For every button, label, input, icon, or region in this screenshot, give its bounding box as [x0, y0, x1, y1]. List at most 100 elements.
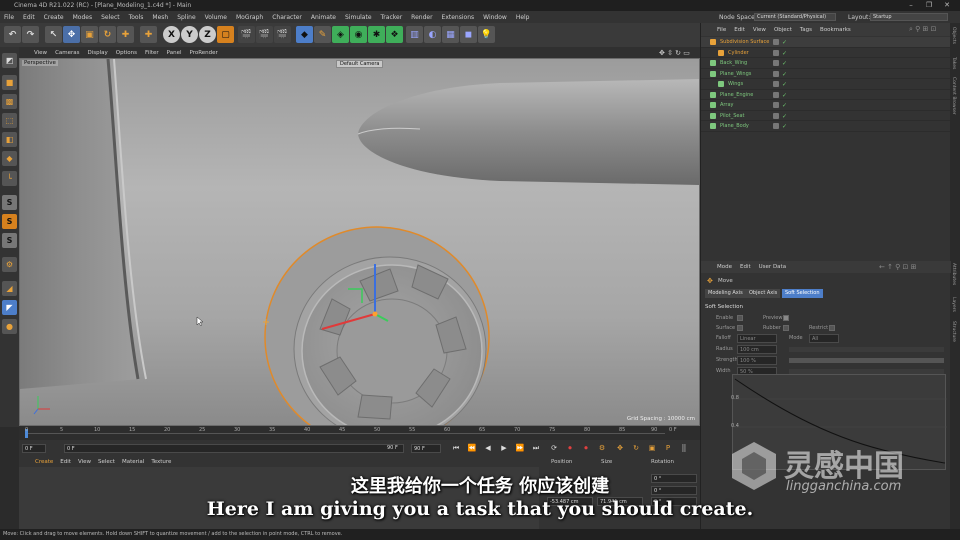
visibility-toggle[interactable]	[773, 91, 779, 98]
tag-icon[interactable]: ◐	[424, 26, 441, 43]
attribute-nav-icons[interactable]: ← ↑ ⚲ ⊡ ⊞	[879, 263, 917, 271]
key-scale-icon[interactable]: ▣	[647, 443, 657, 453]
enabled-check-icon[interactable]: ✓	[782, 49, 787, 59]
rubber-checkbox[interactable]	[783, 325, 789, 331]
lock-icon[interactable]: ●	[2, 319, 17, 334]
play-icon[interactable]: ▶	[499, 443, 509, 453]
current-frame-field[interactable]: 0 F	[22, 444, 46, 453]
enabled-check-icon[interactable]: ✓	[782, 38, 787, 48]
axis-mode-icon[interactable]: └	[2, 171, 17, 186]
menu-spline[interactable]: Spline	[177, 14, 195, 21]
side-tab-structure[interactable]: Structure	[951, 321, 956, 342]
coordinate-system-icon[interactable]: ▢	[217, 26, 234, 43]
object-menu-object[interactable]: Object	[774, 27, 792, 33]
end-frame-field[interactable]: 90 F	[385, 444, 405, 453]
camera-icon[interactable]: ◼	[460, 26, 477, 43]
menu-edit[interactable]: Edit	[23, 14, 35, 21]
enabled-check-icon[interactable]: ✓	[782, 112, 787, 122]
texture-mode-icon[interactable]: ▩	[2, 94, 17, 109]
redo-icon[interactable]: ↷	[22, 26, 39, 43]
play-back-icon[interactable]: ◀	[483, 443, 493, 453]
object-menu-bookmarks[interactable]: Bookmarks	[820, 27, 851, 33]
menu-mograph[interactable]: MoGraph	[236, 14, 263, 21]
start-frame-field[interactable]: 0 F	[64, 444, 404, 453]
object-row[interactable]: Pilot_Seat ✓	[701, 111, 951, 122]
visibility-toggle[interactable]	[773, 39, 779, 45]
side-tab-objects[interactable]: Objects	[951, 27, 956, 44]
camera-selector[interactable]: Default Camera	[336, 60, 384, 68]
enabled-check-icon[interactable]: ✓	[782, 122, 787, 132]
end-frame-field-2[interactable]: 90 F	[411, 444, 441, 453]
material-menu-material[interactable]: Material	[122, 459, 144, 465]
viewport-menu-view[interactable]: View	[34, 50, 47, 56]
viewport-nav-icons[interactable]: ✥ ⇳ ↻ ▭	[659, 49, 690, 57]
select-icon[interactable]: ↖	[45, 26, 62, 43]
menu-help[interactable]: Help	[516, 14, 530, 21]
floor-icon[interactable]: ▦	[442, 26, 459, 43]
key-pla-icon[interactable]: ⣿	[679, 443, 689, 453]
minimize-button[interactable]: –	[902, 0, 920, 11]
timeline-ruler[interactable]: 0 5 10 15 20 25 30 35 40 45 50 55 60 65 …	[19, 426, 700, 440]
snap-settings-icon[interactable]: S	[2, 214, 17, 229]
menu-window[interactable]: Window	[483, 14, 507, 21]
attribute-menu-user-data[interactable]: User Data	[759, 264, 786, 270]
viewport-menu-panel[interactable]: Panel	[167, 50, 182, 56]
enabled-check-icon[interactable]: ✓	[782, 101, 787, 111]
key-rot-icon[interactable]: ↻	[631, 443, 641, 453]
tab-soft-selection[interactable]: Soft Selection	[782, 289, 823, 298]
array-icon[interactable]: ◉	[350, 26, 367, 43]
menu-create[interactable]: Create	[44, 14, 64, 21]
loop-icon[interactable]: ⟳	[549, 443, 559, 453]
record-icon[interactable]: ⏺	[565, 443, 575, 453]
attribute-menu-edit[interactable]: Edit	[740, 264, 751, 270]
mode-select[interactable]: All	[809, 334, 839, 343]
model-mode-icon[interactable]: ■	[2, 75, 17, 90]
object-row[interactable]: Plane_Engine ✓	[701, 90, 951, 100]
visibility-toggle[interactable]	[773, 81, 779, 87]
axis-x-button[interactable]: X	[163, 26, 180, 43]
tab-object-axis[interactable]: Object Axis	[746, 289, 781, 298]
maximize-button[interactable]: ❐	[920, 0, 938, 11]
material-menu-create[interactable]: Create	[35, 459, 53, 465]
field-icon[interactable]: ▥	[406, 26, 423, 43]
prev-key-icon[interactable]: ⏪	[467, 443, 477, 453]
menu-select[interactable]: Select	[101, 14, 120, 21]
visibility-toggle[interactable]	[773, 60, 779, 66]
object-search-icons[interactable]: ⌕ ⚲ ⊞ ⊡	[909, 25, 936, 34]
strength-slider[interactable]	[789, 358, 944, 363]
close-button[interactable]: ✕	[938, 0, 956, 11]
visibility-toggle[interactable]	[773, 49, 779, 56]
radius-slider[interactable]	[789, 347, 944, 352]
deformer-icon[interactable]: ✱	[368, 26, 385, 43]
side-tab-takes[interactable]: Takes	[951, 57, 956, 69]
key-param-icon[interactable]: P	[663, 443, 673, 453]
object-menu-tags[interactable]: Tags	[800, 27, 812, 33]
viewport-menu-prorender[interactable]: ProRender	[190, 50, 218, 56]
material-menu-edit[interactable]: Edit	[60, 459, 71, 465]
restrict-checkbox[interactable]	[829, 325, 835, 331]
strength-field[interactable]: 100 %	[737, 356, 777, 365]
edges-mode-icon[interactable]: ◧	[2, 132, 17, 147]
visibility-toggle[interactable]	[773, 102, 779, 108]
polygons-mode-icon[interactable]: ◆	[2, 151, 17, 166]
side-tab-content-browser[interactable]: Content Browser	[951, 77, 956, 115]
go-to-end-icon[interactable]: ⏭	[531, 443, 541, 453]
object-row[interactable]: Plane_Body ✓	[701, 121, 951, 132]
menu-modes[interactable]: Modes	[73, 14, 92, 21]
snap-icon[interactable]: S	[2, 195, 17, 210]
layout-select[interactable]: Startup	[870, 13, 948, 21]
mograph-icon[interactable]: ❖	[386, 26, 403, 43]
falloff-select[interactable]: Linear	[737, 334, 777, 343]
light-icon[interactable]: 💡	[478, 26, 495, 43]
object-row[interactable]: Wings ✓	[701, 79, 951, 90]
material-menu-view[interactable]: View	[78, 459, 91, 465]
axis-z-button[interactable]: Z	[199, 26, 216, 43]
layer-icon[interactable]: ◢	[2, 281, 17, 296]
material-menu-select[interactable]: Select	[98, 459, 115, 465]
menu-mesh[interactable]: Mesh	[152, 14, 168, 21]
radius-field[interactable]: 100 cm	[737, 345, 777, 354]
menu-extensions[interactable]: Extensions	[442, 14, 475, 21]
enable-checkbox[interactable]	[737, 315, 743, 321]
object-menu-edit[interactable]: Edit	[734, 27, 745, 33]
object-row[interactable]: Subdivision Surface ✓	[701, 37, 951, 48]
